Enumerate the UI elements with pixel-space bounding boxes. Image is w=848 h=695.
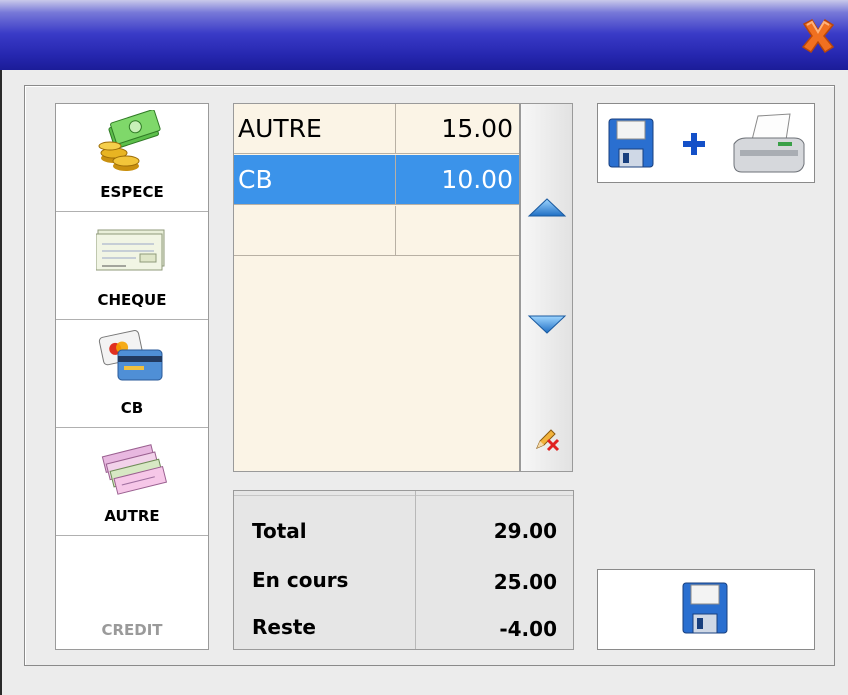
title-bar (0, 0, 848, 70)
save-button[interactable] (597, 569, 815, 650)
payment-type-label: ESPECE (100, 183, 164, 201)
list-item[interactable] (234, 206, 519, 257)
encours-label: En cours (252, 568, 349, 592)
scroll-down-icon[interactable] (527, 314, 567, 336)
totals-divider (415, 491, 416, 649)
list-item[interactable]: CB 10.00 (234, 155, 519, 206)
payments-list: AUTRE 15.00 CB 10.00 (233, 103, 520, 472)
payment-types-panel: ESPECE CHEQUE CB AUTRE CREDIT (55, 103, 209, 650)
scroll-up-icon[interactable] (527, 196, 567, 218)
payment-name (234, 206, 396, 256)
cheque-icon (96, 229, 165, 271)
payment-type-cb-button[interactable]: CB (56, 320, 208, 428)
cash-coins-icon (98, 110, 161, 171)
totals-top-border (234, 491, 573, 496)
vouchers-icon (101, 444, 168, 495)
payment-amount: 10.00 (396, 155, 519, 205)
plus-icon (683, 133, 705, 155)
floppy-disk-icon (608, 118, 654, 168)
payment-amount (396, 206, 519, 256)
payment-type-label: CREDIT (101, 621, 163, 639)
reste-label: Reste (252, 615, 316, 639)
payment-type-label: AUTRE (104, 507, 160, 525)
window-border (0, 70, 2, 695)
payment-type-autre-button[interactable]: AUTRE (56, 428, 208, 536)
list-scroll-controls (520, 103, 573, 472)
totals-panel: Total 29.00 En cours 25.00 Reste -4.00 (233, 490, 574, 650)
encours-value: 25.00 (493, 570, 557, 594)
payment-type-label: CHEQUE (97, 291, 167, 309)
close-icon[interactable] (798, 16, 838, 56)
delete-payment-icon[interactable] (534, 426, 560, 452)
payment-type-credit-button[interactable]: CREDIT (56, 536, 208, 649)
reste-value: -4.00 (499, 617, 557, 641)
payment-name: AUTRE (234, 104, 396, 154)
payment-amount: 15.00 (396, 104, 519, 154)
printer-icon (733, 113, 805, 173)
credit-card-icon (98, 330, 163, 381)
save-and-print-button[interactable] (597, 103, 815, 183)
payment-type-label: CB (120, 399, 144, 417)
payment-name: CB (234, 155, 396, 205)
total-label: Total (252, 519, 307, 543)
payment-type-espece-button[interactable]: ESPECE (56, 104, 208, 212)
total-value: 29.00 (493, 519, 557, 543)
floppy-disk-icon (682, 582, 728, 634)
list-item[interactable]: AUTRE 15.00 (234, 104, 519, 155)
payment-type-cheque-button[interactable]: CHEQUE (56, 212, 208, 320)
